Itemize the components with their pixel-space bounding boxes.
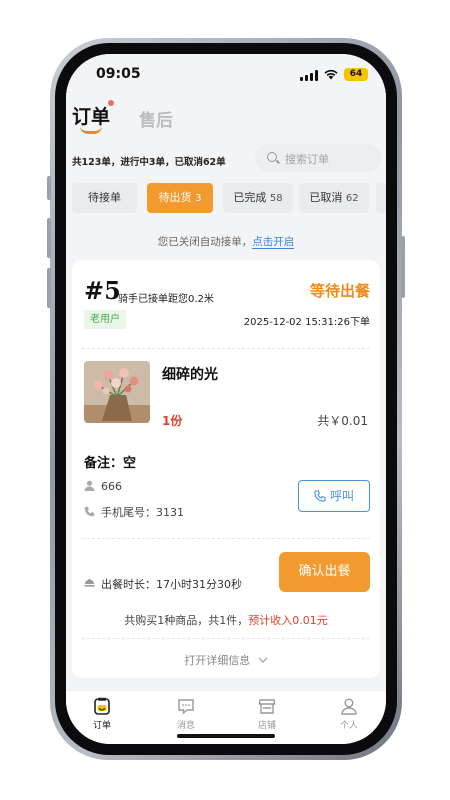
wifi-icon: [324, 69, 338, 80]
phone-icon: [84, 506, 95, 517]
power-button: [401, 236, 405, 298]
filter-more[interactable]: [376, 183, 386, 213]
filter-completed[interactable]: 已完成 58: [223, 183, 293, 213]
filter-count: 58: [269, 193, 283, 204]
filter-pending-ship[interactable]: 待出货 3: [147, 183, 213, 213]
nav-label: 个人: [339, 721, 358, 731]
order-summary: 共123单，进行中3单，已取消62单: [72, 157, 226, 168]
purchase-summary: 共购买1种商品，共1件，预计收入0.01元: [72, 612, 380, 628]
nav-orders[interactable]: 订单: [77, 697, 127, 731]
expand-details-label: 打开详细信息: [184, 654, 251, 667]
enable-auto-accept-link[interactable]: 点击开启: [252, 236, 295, 249]
volume-down-button: [47, 268, 51, 308]
search-placeholder: 搜索订单: [285, 153, 329, 166]
order-icon: [94, 697, 110, 715]
filter-label: 已取消: [309, 191, 343, 204]
divider: [82, 538, 370, 539]
confirm-ready-button[interactable]: 确认出餐: [279, 552, 370, 592]
search-input[interactable]: 搜索订单: [255, 144, 381, 172]
product-name: 细碎的光: [162, 367, 218, 383]
store-icon: [258, 699, 276, 714]
filter-label: 已完成: [233, 191, 267, 204]
customer-name-row: 666: [84, 480, 122, 493]
flower-bouquet-icon: [84, 361, 150, 423]
expected-income: 预计收入0.01元: [248, 614, 328, 627]
auto-accept-text: 您已关闭自动接单，: [157, 236, 253, 248]
product-quantity: 1份: [162, 414, 183, 428]
notification-dot: [108, 100, 114, 106]
status-time: 09:05: [96, 66, 141, 82]
nav-messages[interactable]: 消息: [161, 697, 211, 731]
volume-up-button: [47, 218, 51, 258]
nav-label: 店铺: [257, 721, 276, 731]
nav-profile[interactable]: 个人: [324, 697, 374, 731]
phone-tail-row: 手机尾号：3131: [84, 504, 184, 520]
order-time: 2025-12-02 15:31:26下单: [243, 317, 370, 328]
filter-label: 待接单: [88, 191, 121, 204]
customer-name: 666: [101, 480, 122, 493]
search-icon: [267, 152, 277, 162]
call-label: 呼叫: [329, 489, 354, 503]
active-tab-indicator: [80, 126, 102, 134]
nav-label: 消息: [176, 721, 195, 731]
person-icon: [341, 698, 357, 715]
auto-accept-notice: 您已关闭自动接单，点击开启: [66, 234, 386, 249]
divider: [82, 638, 370, 639]
order-number: #5: [84, 276, 121, 305]
app-screen: 09:05 64 订单 售后 共123单，进行中3单，已取消62单 搜索订单 待…: [66, 54, 386, 744]
divider: [82, 348, 370, 349]
header-tabs: 订单 售后: [66, 98, 386, 148]
nav-store[interactable]: 店铺: [242, 697, 292, 731]
cooking-icon: [84, 578, 95, 587]
filter-cancelled[interactable]: 已取消 62: [299, 183, 369, 213]
tab-orders[interactable]: 订单: [72, 102, 110, 129]
home-indicator: [177, 734, 275, 738]
purchase-summary-text: 共购买1种商品，共1件，: [124, 614, 249, 627]
user-icon: [84, 480, 95, 491]
expand-details-toggle[interactable]: 打开详细信息: [72, 652, 380, 668]
call-button[interactable]: 呼叫: [298, 480, 370, 512]
cook-duration: 出餐时长：17小时31分30秒: [101, 578, 242, 591]
side-button: [47, 176, 51, 200]
order-remark: 备注：空: [84, 456, 137, 471]
chevron-down-icon: [258, 657, 268, 663]
filter-pending-accept[interactable]: 待接单: [72, 183, 137, 213]
signal-icon: [300, 70, 318, 81]
order-status: 等待出餐: [309, 282, 370, 300]
message-icon: [178, 699, 194, 715]
rider-status: 骑手已接单距您0.2米: [118, 294, 214, 305]
order-card: #5 骑手已接单距您0.2米 等待出餐 老用户 2025-12-02 15:31…: [72, 260, 380, 678]
battery-indicator: 64: [344, 68, 368, 81]
filter-count: 62: [345, 193, 359, 204]
phone-tail: 手机尾号：3131: [101, 506, 184, 519]
customer-badge: 老用户: [84, 310, 126, 329]
filter-label: 待出货: [158, 191, 192, 204]
nav-label: 订单: [92, 721, 111, 731]
status-bar: 09:05 64: [66, 54, 386, 98]
product-image[interactable]: [84, 361, 150, 423]
product-total: 共￥0.01: [317, 414, 368, 428]
phone-call-icon: [314, 490, 326, 502]
cook-duration-row: 出餐时长：17小时31分30秒: [84, 576, 242, 592]
tab-aftersale[interactable]: 售后: [139, 106, 173, 131]
filter-count: 3: [195, 193, 202, 204]
